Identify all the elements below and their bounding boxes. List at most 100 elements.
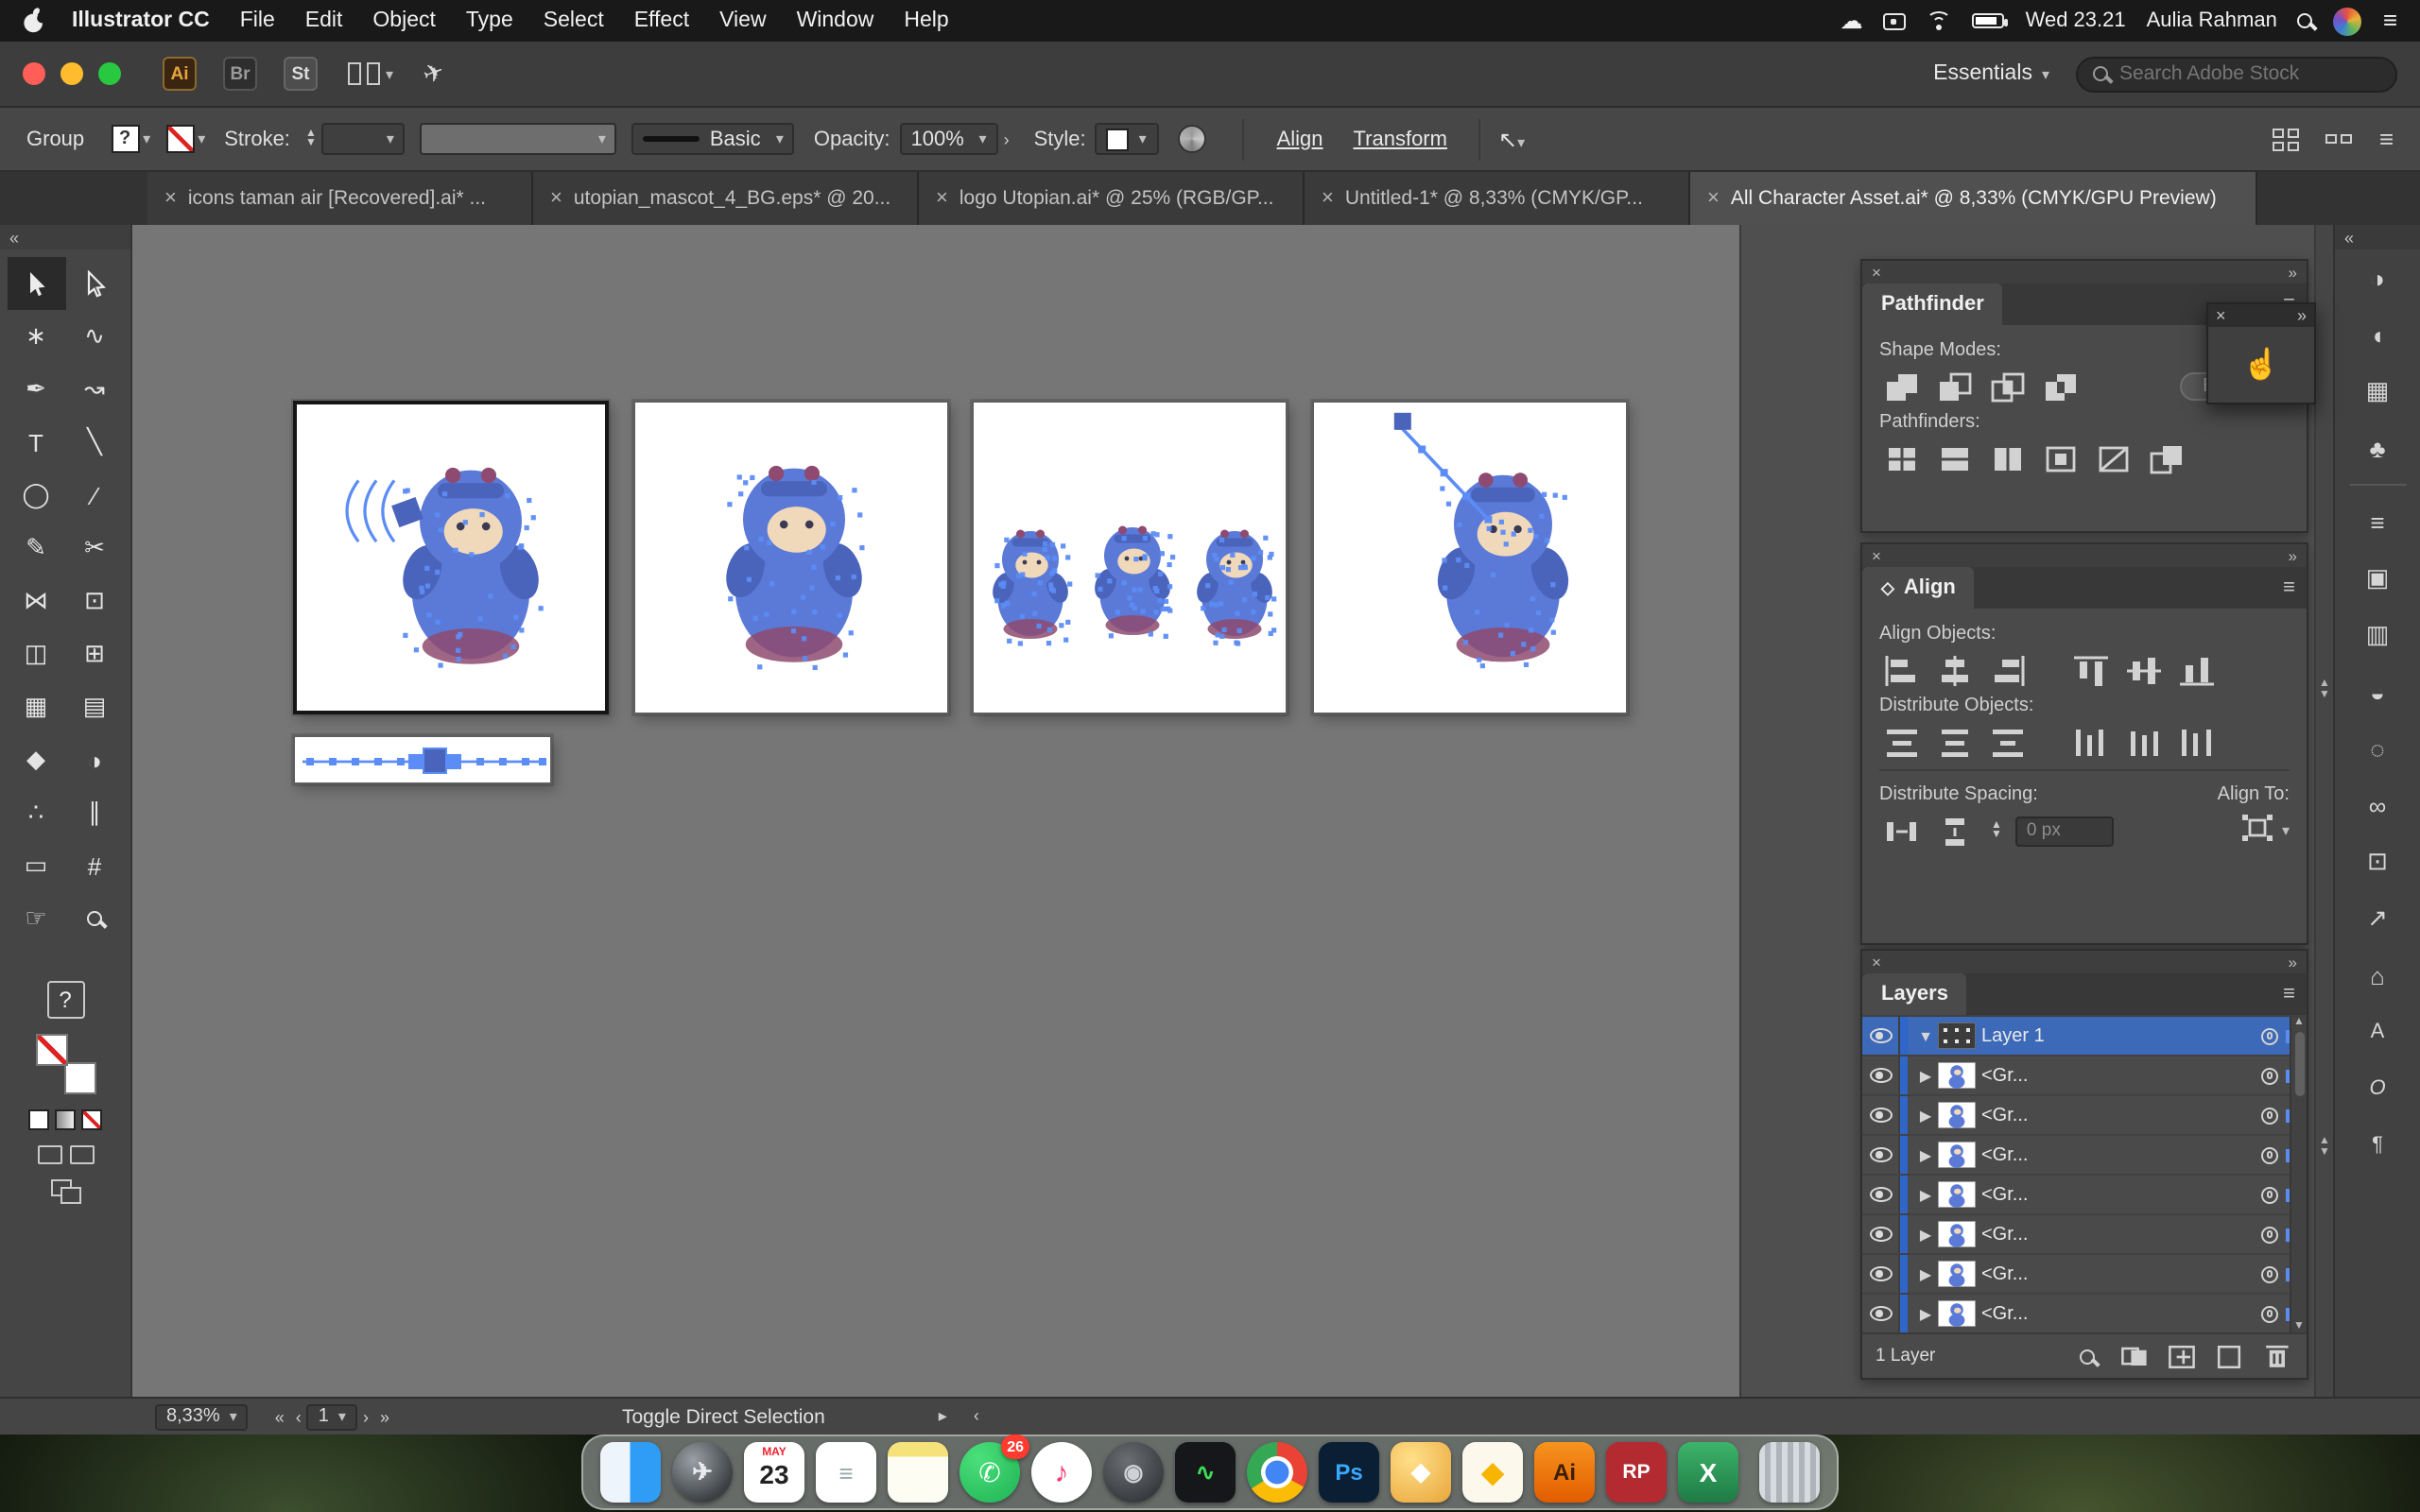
visibility-toggle[interactable]	[1862, 1176, 1900, 1213]
layer-row[interactable]: ▼ Layer 1	[1862, 1017, 2307, 1057]
layer-row[interactable]: ▶ <Gr...	[1862, 1057, 2307, 1096]
target-icon[interactable]	[2261, 1265, 2278, 1282]
dock-whatsapp-icon[interactable]: ✆ 26	[959, 1435, 1029, 1503]
blend-tool[interactable]: ◑	[65, 733, 124, 786]
dock-illustrator-icon[interactable]: Ai	[1534, 1442, 1595, 1503]
align-link[interactable]: Align	[1277, 128, 1323, 150]
horizontal-distribute-center-icon[interactable]	[2121, 722, 2167, 762]
align-to-dropdown[interactable]: ▾	[2238, 811, 2290, 850]
swatches-panel-icon[interactable]: ▦	[2349, 367, 2406, 416]
status-collapse-icon[interactable]: ‹	[974, 1406, 979, 1427]
expand-layer-icon[interactable]: ▶	[1913, 1305, 1938, 1322]
divide-icon[interactable]	[1879, 438, 1925, 478]
previous-artboard-icon[interactable]: ‹	[296, 1407, 302, 1426]
artboard-tool[interactable]: ▭	[7, 839, 65, 892]
mesh-tool[interactable]: ▦	[7, 680, 65, 733]
vertical-distribute-center-icon[interactable]	[1932, 722, 1978, 762]
close-tab-icon[interactable]: ×	[1322, 187, 1334, 210]
delete-selection-icon[interactable]	[2259, 1341, 2293, 1371]
expand-icon[interactable]: »	[2297, 306, 2307, 325]
exclude-icon[interactable]	[2038, 367, 2083, 406]
panel-menu-icon[interactable]: ≡	[2283, 576, 2295, 599]
gradient-panel-icon[interactable]: ▥	[2349, 610, 2406, 660]
type-tool[interactable]: T	[7, 416, 65, 469]
lasso-tool[interactable]: ∿	[65, 310, 124, 363]
color-swatch-icon[interactable]	[28, 1109, 49, 1130]
zoom-tool[interactable]	[65, 892, 124, 945]
visibility-toggle[interactable]	[1862, 1215, 1900, 1253]
tab-align[interactable]: ◇ Align	[1862, 567, 1975, 609]
dock-excel-icon[interactable]: X	[1678, 1442, 1738, 1503]
crop-icon[interactable]	[2038, 438, 2083, 478]
close-panel-icon[interactable]: ×	[1872, 263, 1881, 282]
visibility-toggle[interactable]	[1862, 1017, 1900, 1055]
collapse-panel-icon[interactable]: »	[2289, 953, 2297, 971]
zoom-level-dropdown[interactable]: 8,33% ▾	[155, 1403, 249, 1430]
minus-front-icon[interactable]	[1932, 367, 1978, 406]
collapse-panel-icon[interactable]: »	[2289, 263, 2297, 282]
adobe-stock-search[interactable]	[2076, 56, 2397, 92]
expand-layer-icon[interactable]: ▶	[1913, 1067, 1938, 1084]
brush-definition-dropdown[interactable]: Basic ▾	[631, 123, 795, 155]
dock-utility-icon[interactable]: ◉	[1103, 1442, 1164, 1503]
bridge-button[interactable]: Br	[223, 57, 257, 91]
layers-scrollbar[interactable]: ▲ ▼	[2290, 1017, 2307, 1332]
transparency-panel-icon[interactable]: ◒	[2349, 667, 2406, 716]
dock-gold-app-icon[interactable]: ◆	[1391, 1442, 1451, 1503]
stroke-chevron-icon[interactable]: ▾	[198, 130, 205, 147]
tab-layers[interactable]: Layers	[1862, 973, 1967, 1015]
panel-scroll-strip[interactable]: ▲ ▼ ▲ ▼	[2314, 225, 2333, 1397]
first-artboard-icon[interactable]: «	[275, 1407, 285, 1426]
dock-chrome-icon[interactable]	[1247, 1442, 1307, 1503]
none-swatch-icon[interactable]	[81, 1109, 102, 1130]
paragraph-panel-icon[interactable]: ¶	[2349, 1121, 2406, 1170]
display-icon[interactable]	[1883, 12, 1907, 29]
pencil-tool[interactable]: ✎	[7, 522, 65, 575]
change-screen-mode-icon[interactable]	[50, 1179, 80, 1204]
merge-icon[interactable]	[1985, 438, 2031, 478]
hand-tool[interactable]: ☞	[7, 892, 65, 945]
stock-button[interactable]: St	[284, 57, 318, 91]
new-layer-icon[interactable]	[2212, 1341, 2246, 1371]
layer-name[interactable]: <Gr...	[1981, 1224, 2261, 1245]
close-tab-icon[interactable]: ×	[164, 187, 177, 210]
menu-help[interactable]: Help	[904, 9, 948, 32]
document-layout-icon[interactable]	[2325, 134, 2353, 144]
horizontal-align-center-icon[interactable]	[1932, 650, 1978, 690]
target-icon[interactable]	[2261, 1027, 2278, 1044]
menu-edit[interactable]: Edit	[305, 9, 343, 32]
minimize-window-button[interactable]	[60, 62, 83, 85]
close-panel-icon[interactable]: ×	[1872, 546, 1881, 565]
artboard-4[interactable]	[1312, 401, 1628, 714]
wifi-icon[interactable]	[1927, 11, 1952, 30]
shape-builder-tool[interactable]: ◫	[7, 627, 65, 680]
vertical-distribute-space-icon[interactable]	[1932, 811, 1978, 850]
stock-search-input[interactable]	[2119, 62, 2365, 85]
visibility-toggle[interactable]	[1862, 1255, 1900, 1293]
spacing-stepper[interactable]: ▲ ▼	[1991, 819, 2002, 840]
dock-activity-icon[interactable]: ∿	[1175, 1442, 1236, 1503]
dock-notes-icon[interactable]	[888, 1442, 948, 1503]
horizontal-distribute-right-icon[interactable]	[2174, 722, 2220, 762]
dock-sketch-icon[interactable]: ◆	[1462, 1442, 1523, 1503]
layer-name[interactable]: <Gr...	[1981, 1303, 2261, 1324]
horizontal-align-right-icon[interactable]	[1985, 650, 2031, 690]
menu-file[interactable]: File	[240, 9, 275, 32]
scroll-down-icon[interactable]: ▼	[2316, 690, 2333, 701]
screen-mode-full-icon[interactable]	[69, 1145, 94, 1164]
dock-photoshop-icon[interactable]: Ps	[1319, 1442, 1379, 1503]
menu-object[interactable]: Object	[372, 9, 436, 32]
stroke-weight-stepper[interactable]: ▲ ▼	[305, 128, 317, 148]
menubar-username[interactable]: Aulia Rahman	[2147, 9, 2277, 32]
target-icon[interactable]	[2261, 1067, 2278, 1084]
target-icon[interactable]	[2261, 1107, 2278, 1124]
layer-name[interactable]: Layer 1	[1981, 1025, 2261, 1046]
tab-pathfinder[interactable]: Pathfinder	[1862, 284, 2003, 325]
character-panel-icon[interactable]: A	[2349, 1007, 2406, 1057]
document-tab[interactable]: × Untitled-1* @ 8,33% (CMYK/GP...	[1305, 172, 1690, 225]
transform-link[interactable]: Transform	[1354, 128, 1447, 150]
appearance-panel-icon[interactable]: ▣	[2349, 554, 2406, 603]
expand-layer-icon[interactable]: ▶	[1913, 1226, 1938, 1243]
arrange-documents-icon[interactable]	[2273, 128, 2300, 150]
outline-icon[interactable]	[2091, 438, 2136, 478]
